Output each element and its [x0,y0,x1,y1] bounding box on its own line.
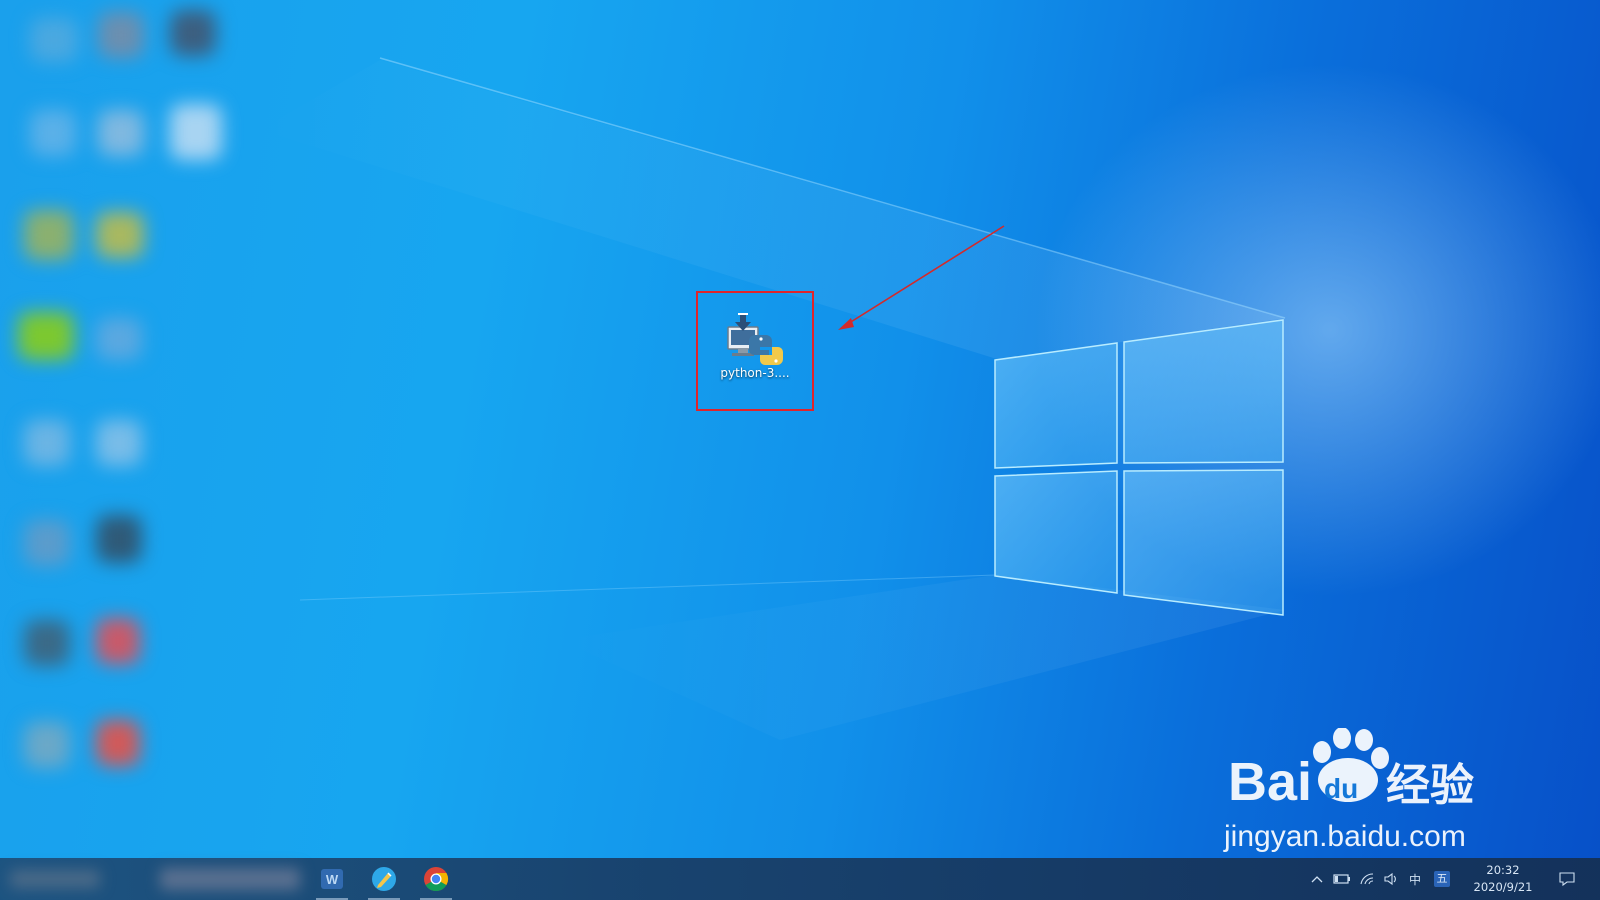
clock[interactable]: 20:32 2020/9/21 [1458,862,1548,896]
python-installer-file[interactable]: python-3.... [696,291,814,411]
annotation-arrow [838,225,1005,330]
clock-date: 2020/9/21 [1473,880,1533,894]
ime-mode-button[interactable]: 五 [1430,858,1454,900]
volume-tray-button[interactable] [1380,858,1402,900]
blurred-taskbar-items [0,858,320,900]
taskbar: W 中 五 20:32 2020/9/21 [0,858,1600,900]
chevron-up-icon [1311,876,1323,883]
battery-tray-button[interactable] [1330,858,1354,900]
edge-taskbar-button[interactable] [362,858,406,900]
chrome-icon [424,867,449,892]
desktop[interactable]: python-3.... Bai du 经验 jingyan.baidu.com [0,0,1600,900]
python-installer-icon [727,313,783,365]
blurred-desktop-icons [0,0,260,860]
clock-time: 20:32 [1486,863,1520,877]
chrome-taskbar-button[interactable] [414,858,458,900]
file-name-label: python-3.... [720,366,790,380]
baidu-paw-logo: Bai du 经验 jingyan.baidu.com [1223,727,1474,853]
wps-icon: W [321,869,343,889]
battery-icon [1333,874,1350,884]
baidu-jingyan-watermark: Bai du 经验 jingyan.baidu.com [1222,727,1522,858]
wps-taskbar-button[interactable]: W [310,858,354,900]
edge-pencil-icon [372,867,396,891]
ime-mode-badge: 五 [1434,871,1450,887]
svg-text:Bai: Bai [1228,752,1312,812]
wifi-icon [1360,873,1374,885]
wallpaper [260,57,1286,740]
speaker-icon [1384,872,1396,886]
show-hidden-icons-button[interactable] [1306,858,1328,900]
svg-text:W: W [326,872,339,887]
svg-text:du: du [1324,773,1358,804]
svg-text:jingyan.baidu.com: jingyan.baidu.com [1223,820,1466,853]
ime-language-button[interactable]: 中 [1404,858,1426,900]
svg-text:经验: 经验 [1386,760,1474,811]
notification-center-button[interactable] [1552,858,1582,900]
notification-icon [1559,872,1575,887]
network-tray-button[interactable] [1356,858,1378,900]
